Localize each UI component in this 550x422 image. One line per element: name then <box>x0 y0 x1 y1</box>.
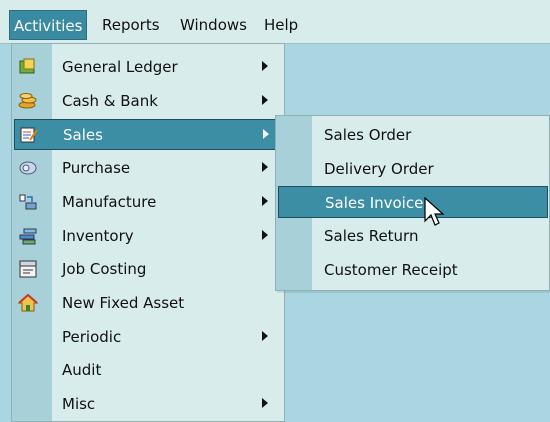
menu-label: Job Costing <box>62 260 147 278</box>
cash-bank-icon <box>18 93 37 109</box>
submenu-label: Customer Receipt <box>324 261 458 279</box>
menu-item-manufacture[interactable]: Manufacture <box>14 187 282 218</box>
sales-icon <box>20 127 38 143</box>
menu-label: Cash & Bank <box>62 92 158 110</box>
submenu-arrow-icon <box>262 331 268 341</box>
menubar-reports[interactable]: Reports <box>98 10 164 40</box>
mouse-pointer-icon <box>424 197 445 226</box>
submenu-label: Delivery Order <box>324 160 434 178</box>
purchase-icon <box>19 161 37 175</box>
menu-item-new-fixed-asset[interactable]: New Fixed Asset <box>14 288 282 319</box>
menu-item-audit[interactable]: Audit <box>14 355 282 386</box>
submenu-label: Sales Invoice <box>325 194 424 212</box>
menu-item-job-costing[interactable]: Job Costing <box>14 254 282 285</box>
inventory-icon <box>19 228 37 245</box>
menu-label: Purchase <box>62 159 131 177</box>
submenu-item-customer-receipt[interactable]: Customer Receipt <box>278 254 548 286</box>
submenu-arrow-icon <box>262 196 268 206</box>
submenu-item-sales-order[interactable]: Sales Order <box>278 119 548 151</box>
menu-item-purchase[interactable]: Purchase <box>14 153 282 184</box>
menu-bar: Activities Reports Windows Help <box>0 0 550 44</box>
menu-label: Periodic <box>62 328 122 346</box>
menu-label: Manufacture <box>62 193 157 211</box>
menu-item-sales[interactable]: Sales <box>14 119 282 150</box>
menu-label: Misc <box>62 395 96 413</box>
manufacture-icon <box>19 194 37 210</box>
menubar-activities[interactable]: Activities <box>9 10 88 40</box>
menu-label: Sales <box>63 126 103 144</box>
submenu-arrow-icon <box>262 95 268 105</box>
menu-item-periodic[interactable]: Periodic <box>14 322 282 353</box>
menu-label: Inventory <box>62 227 134 245</box>
job-costing-icon <box>19 260 37 278</box>
submenu-item-sales-invoice[interactable]: Sales Invoice <box>278 186 548 218</box>
submenu-label: Sales Return <box>324 227 419 245</box>
submenu-label: Sales Order <box>324 126 412 144</box>
menu-item-misc[interactable]: Misc <box>14 389 282 420</box>
menu-item-cash-bank[interactable]: Cash & Bank <box>14 86 282 117</box>
submenu-arrow-icon <box>262 61 268 71</box>
submenu-arrow-icon <box>262 230 268 240</box>
menu-label: New Fixed Asset <box>62 294 185 312</box>
general-ledger-icon <box>19 58 35 74</box>
submenu-item-sales-return[interactable]: Sales Return <box>278 220 548 252</box>
submenu-item-delivery-order[interactable]: Delivery Order <box>278 153 548 185</box>
submenu-arrow-icon <box>262 162 268 172</box>
fixed-asset-icon <box>18 294 38 312</box>
menu-label: Audit <box>62 361 102 379</box>
submenu-arrow-icon <box>263 129 269 139</box>
menubar-help[interactable]: Help <box>260 10 302 40</box>
menu-item-inventory[interactable]: Inventory <box>14 221 282 252</box>
submenu-arrow-icon <box>262 398 268 408</box>
menu-label: General Ledger <box>62 58 178 76</box>
menubar-windows[interactable]: Windows <box>176 10 251 40</box>
activities-dropdown: General Ledger Cash & Bank Sales Purchas… <box>11 43 285 422</box>
menu-item-general-ledger[interactable]: General Ledger <box>14 52 282 83</box>
sales-submenu: Sales Order Delivery Order Sales Invoice… <box>275 115 550 291</box>
